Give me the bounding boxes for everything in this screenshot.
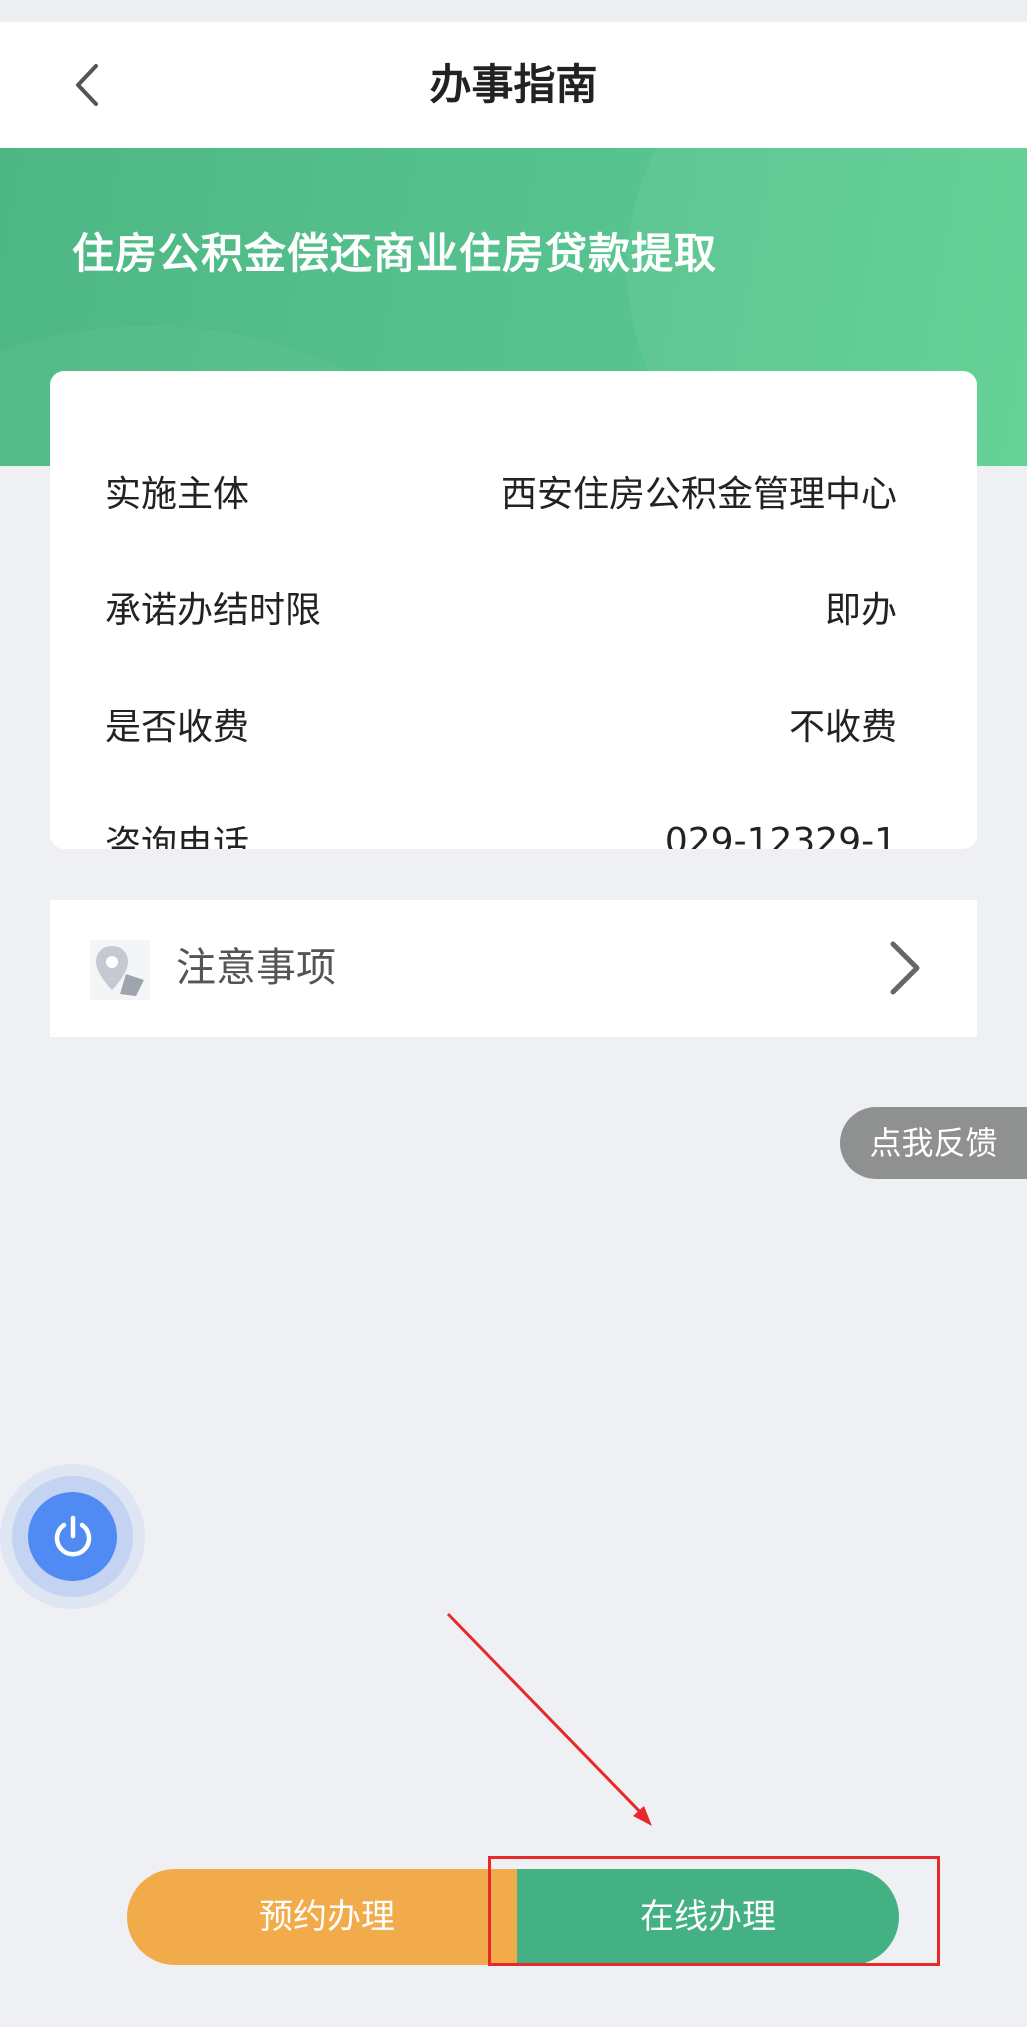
power-icon bbox=[54, 1515, 91, 1556]
info-label: 咨询电话 bbox=[105, 824, 250, 849]
page-title: 办事指南 bbox=[429, 60, 598, 109]
chevron-right-icon bbox=[890, 941, 920, 995]
navbar: 办事指南 bbox=[0, 22, 1027, 148]
info-row-implementer: 实施主体 西安住房公积金管理中心 bbox=[105, 461, 897, 521]
status-bar bbox=[0, 0, 1027, 22]
info-value: 西安住房公积金管理中心 bbox=[500, 474, 897, 515]
power-core bbox=[28, 1492, 117, 1581]
phone-number[interactable]: 029-12329-1 bbox=[665, 821, 897, 850]
info-row-phone: 咨询电话 029-12329-1 bbox=[105, 811, 897, 850]
info-label: 承诺办结时限 bbox=[105, 590, 322, 631]
notice-item[interactable]: 注意事项 bbox=[50, 900, 977, 1037]
reserve-button[interactable]: 预约办理 bbox=[127, 1869, 527, 1965]
floating-power-button[interactable] bbox=[0, 1464, 145, 1609]
notice-label: 注意事项 bbox=[176, 945, 336, 991]
info-value: 即办 bbox=[824, 590, 897, 631]
location-pin-icon bbox=[90, 940, 150, 1000]
service-title: 住房公积金偿还商业住房贷款提取 bbox=[72, 229, 718, 278]
service-info-card: 实施主体 西安住房公积金管理中心 承诺办结时限 即办 是否收费 不收费 咨询电话… bbox=[50, 371, 977, 849]
info-row-fee: 是否收费 不收费 bbox=[105, 694, 897, 754]
info-value: 不收费 bbox=[788, 707, 897, 748]
info-label: 是否收费 bbox=[105, 707, 250, 748]
online-apply-button[interactable]: 在线办理 bbox=[517, 1869, 899, 1965]
feedback-button[interactable]: 点我反馈 bbox=[840, 1107, 1027, 1179]
info-label: 实施主体 bbox=[105, 474, 250, 515]
info-row-time-limit: 承诺办结时限 即办 bbox=[105, 577, 897, 637]
